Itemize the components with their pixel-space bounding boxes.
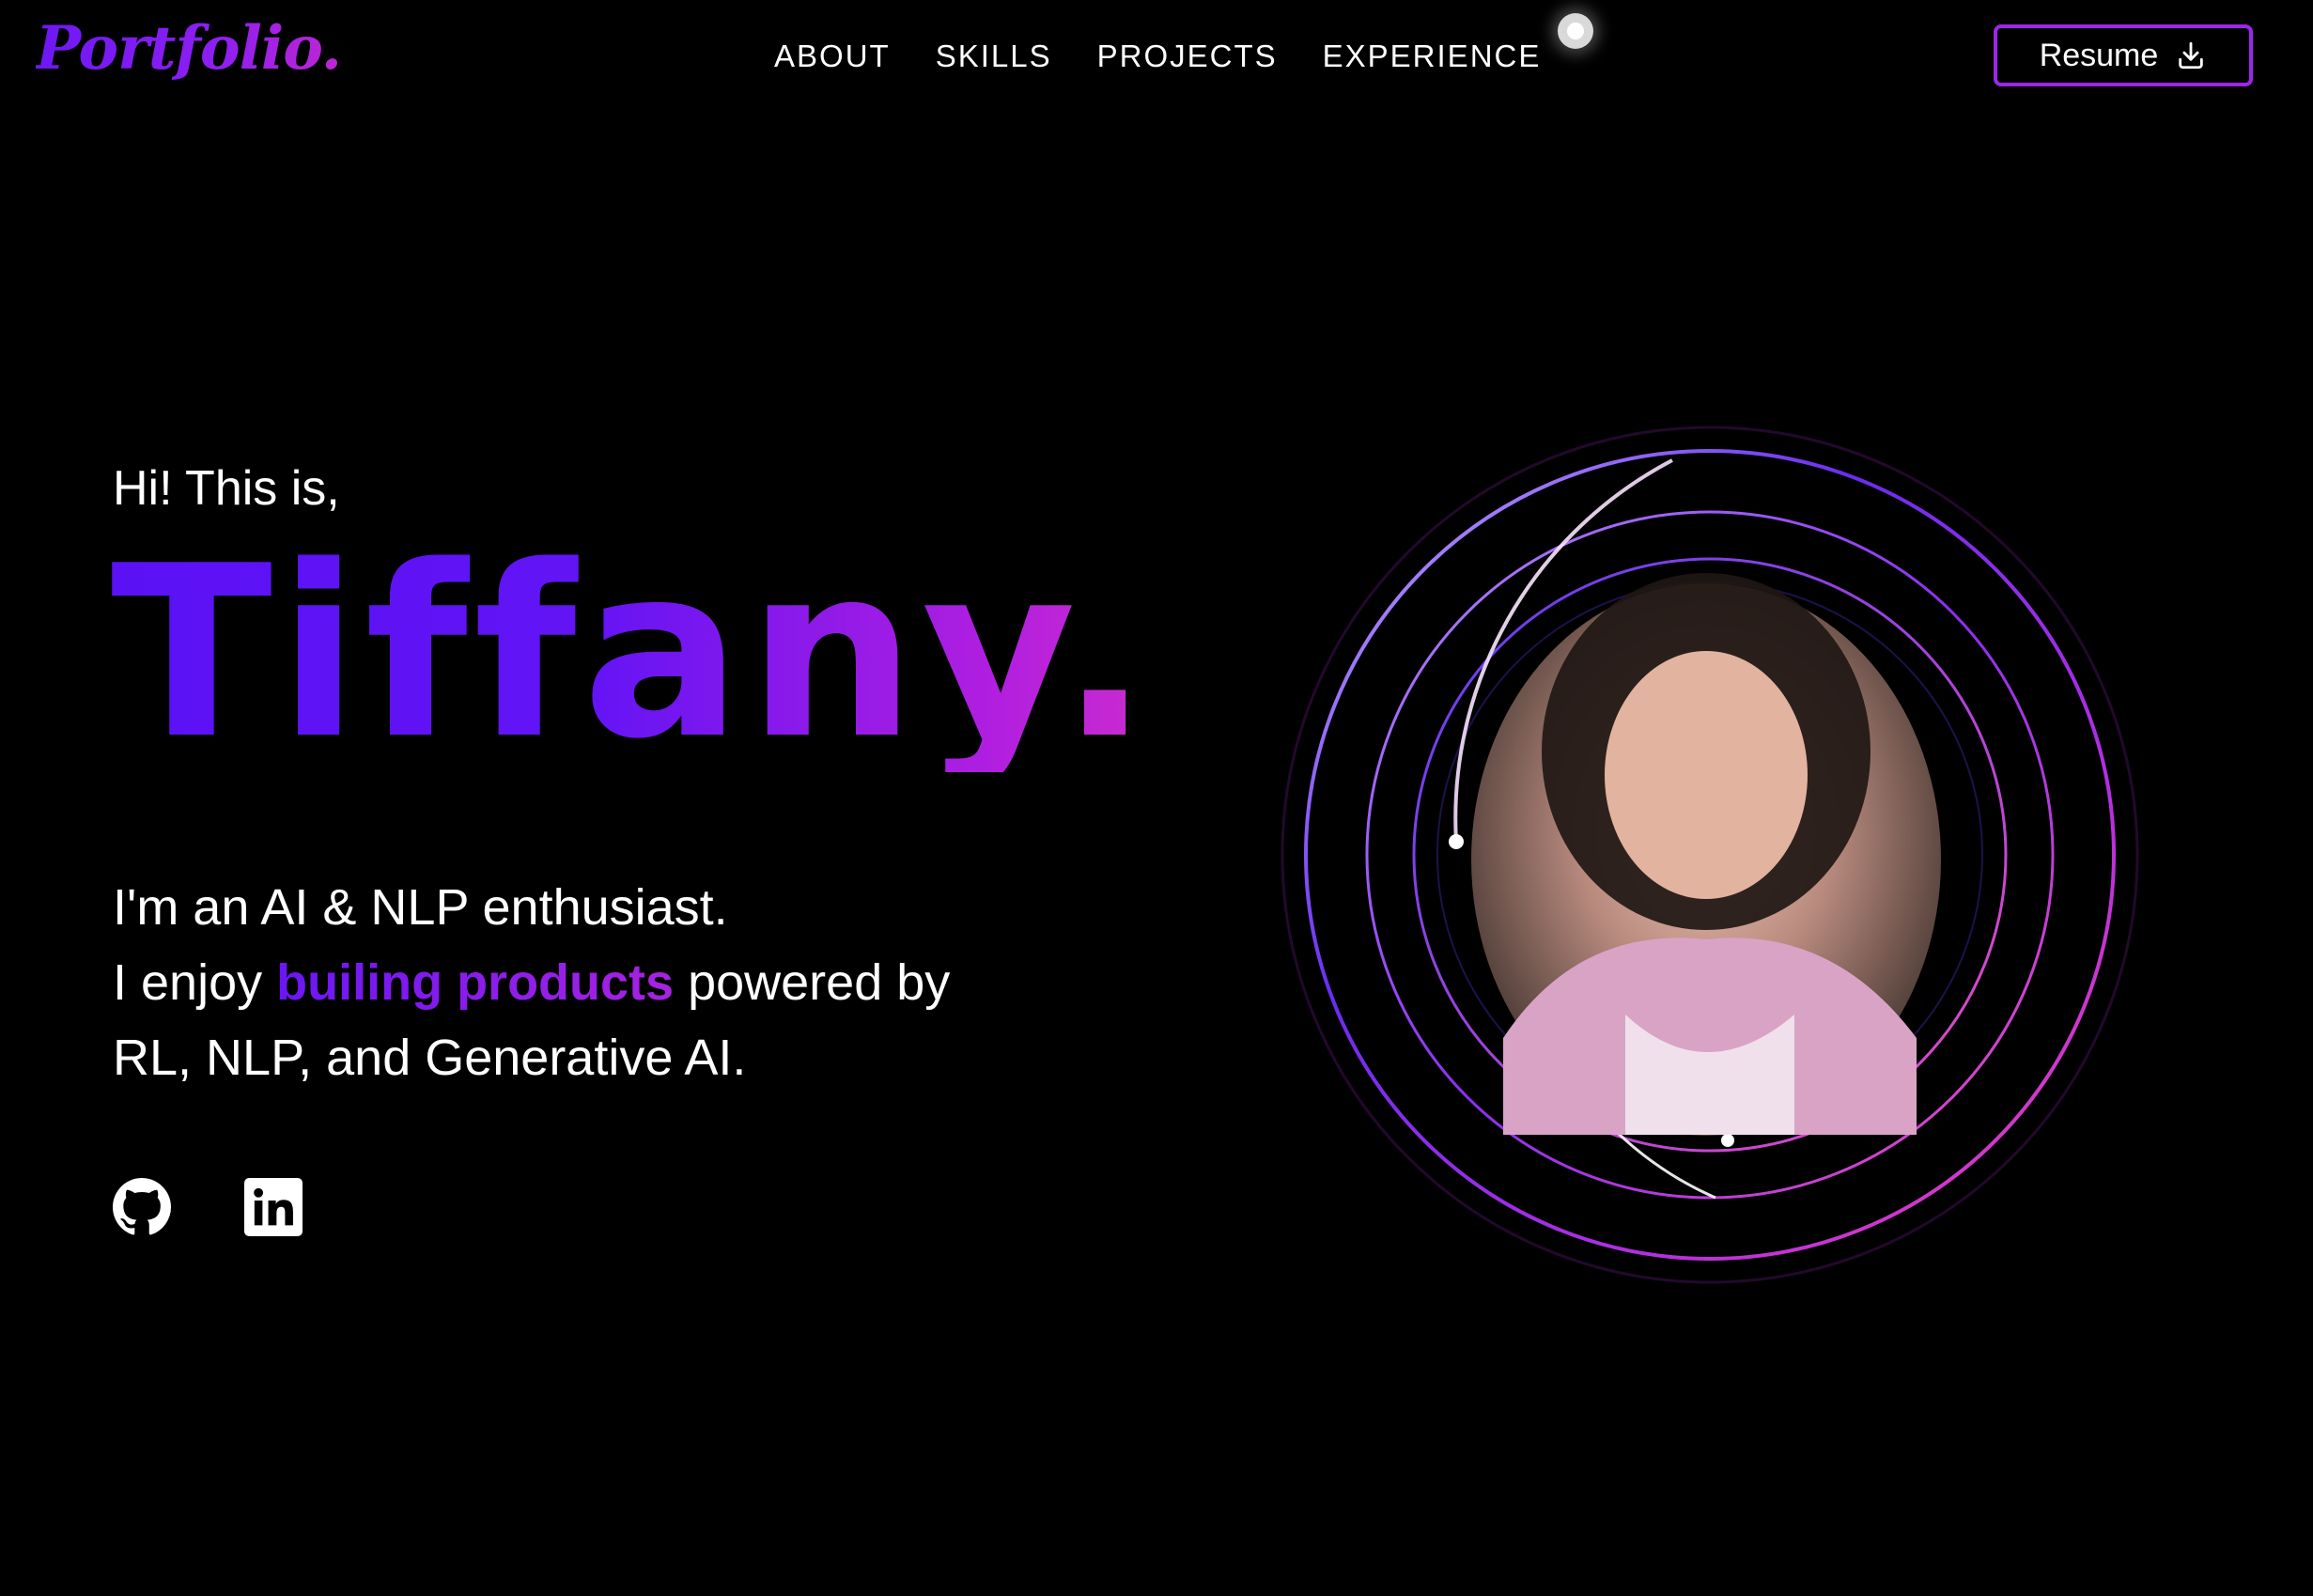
nav-about[interactable]: ABOUT	[774, 39, 891, 74]
nav-projects[interactable]: PROJECTS	[1097, 39, 1278, 74]
hero-name: Tiffany.	[111, 516, 1156, 791]
tagline-line-2-suffix: powered by	[674, 954, 951, 1011]
tagline-line-1: I'm an AI & NLP enthusiast.	[113, 879, 728, 936]
github-link[interactable]	[113, 1178, 171, 1236]
github-icon	[113, 1178, 171, 1235]
resume-button-label: Resume	[2039, 37, 2159, 73]
tagline-line-2-prefix: I enjoy	[113, 954, 277, 1011]
social-links	[113, 1178, 303, 1236]
hero-tagline: I'm an AI & NLP enthusiast. I enjoy buil…	[113, 870, 1052, 1095]
resume-download-button[interactable]: Resume	[1994, 24, 2253, 86]
linkedin-icon	[244, 1178, 303, 1236]
tagline-highlight: builing products	[276, 954, 675, 1011]
profile-photo	[1471, 573, 1941, 1136]
main-nav: ABOUT SKILLS PROJECTS EXPERIENCE	[774, 34, 1541, 79]
profile-orbit	[1281, 426, 2139, 1284]
site-logo[interactable]: Portfolio.	[36, 13, 342, 84]
theme-toggle-icon[interactable]	[1558, 13, 1593, 49]
tagline-line-2: I enjoy builing products powered by	[113, 945, 1052, 1020]
download-icon	[2179, 41, 2204, 70]
tagline-line-3: RL, NLP, and Generative AI.	[113, 1030, 747, 1086]
nav-skills[interactable]: SKILLS	[936, 39, 1052, 74]
nav-experience[interactable]: EXPERIENCE	[1323, 39, 1542, 74]
hero-greeting: Hi! This is,	[113, 461, 340, 516]
linkedin-link[interactable]	[244, 1178, 303, 1236]
